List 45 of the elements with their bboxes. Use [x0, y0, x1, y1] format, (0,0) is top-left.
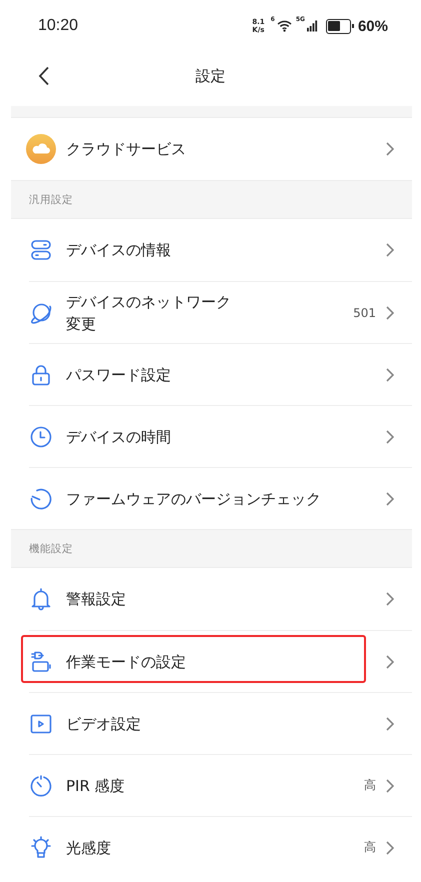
row-label: デバイスのネットワーク変更	[66, 292, 232, 334]
settings-row[interactable]: ビデオ設定	[29, 692, 412, 754]
settings-row[interactable]: デバイスの情報	[29, 219, 412, 281]
row-value: 高	[364, 839, 376, 856]
row-label: ビデオ設定	[66, 714, 141, 734]
chevron-icon	[386, 716, 394, 730]
section-header: 機能設定	[11, 529, 412, 568]
settings-row[interactable]: クラウドサービス	[29, 118, 412, 180]
settings-row[interactable]: デバイスの時間	[29, 405, 412, 467]
row-label: デバイスの情報	[66, 240, 171, 261]
settings-row[interactable]: 光感度 高	[29, 816, 412, 878]
chevron-icon	[386, 654, 394, 668]
battery-percent: 60%	[358, 18, 388, 34]
row-label: ファームウェアのバージョンチェック	[66, 488, 321, 510]
wifi-icon	[276, 20, 292, 32]
battery-icon	[326, 18, 354, 34]
settings-row[interactable]: パスワード設定	[29, 343, 412, 405]
page-title: 設定	[194, 66, 226, 86]
row-label: デバイスの時間	[66, 426, 171, 448]
chevron-icon	[386, 306, 394, 320]
chevron-icon	[386, 142, 394, 156]
cloud-icon	[26, 134, 56, 164]
settings-row[interactable]: 作業モードの設定	[29, 630, 412, 692]
section-header: 汎用設定	[11, 180, 412, 219]
row-value: 高	[364, 777, 376, 794]
settings-row[interactable]: デバイスのネットワーク変更 501	[29, 281, 412, 343]
row-label: 光感度	[66, 838, 111, 858]
row-label: クラウドサービス	[66, 139, 186, 160]
chevron-icon	[386, 430, 394, 444]
settings-row[interactable]: 警報設定	[29, 568, 412, 630]
back-icon[interactable]	[38, 66, 50, 86]
row-value: 501	[353, 306, 376, 320]
signal-icon	[306, 20, 318, 32]
row-label: PIR 感度	[66, 776, 125, 796]
chevron-icon	[386, 368, 394, 382]
chevron-icon	[386, 492, 394, 506]
row-label: 作業モードの設定	[66, 652, 186, 672]
row-label: 警報設定	[66, 589, 126, 610]
chevron-icon	[386, 840, 394, 854]
chevron-icon	[386, 592, 394, 606]
chevron-icon	[386, 778, 394, 792]
clock-time: 10:20	[38, 17, 78, 35]
settings-row[interactable]: PIR 感度 高	[29, 754, 412, 816]
row-label: パスワード設定	[66, 364, 171, 386]
chevron-icon	[386, 243, 394, 257]
